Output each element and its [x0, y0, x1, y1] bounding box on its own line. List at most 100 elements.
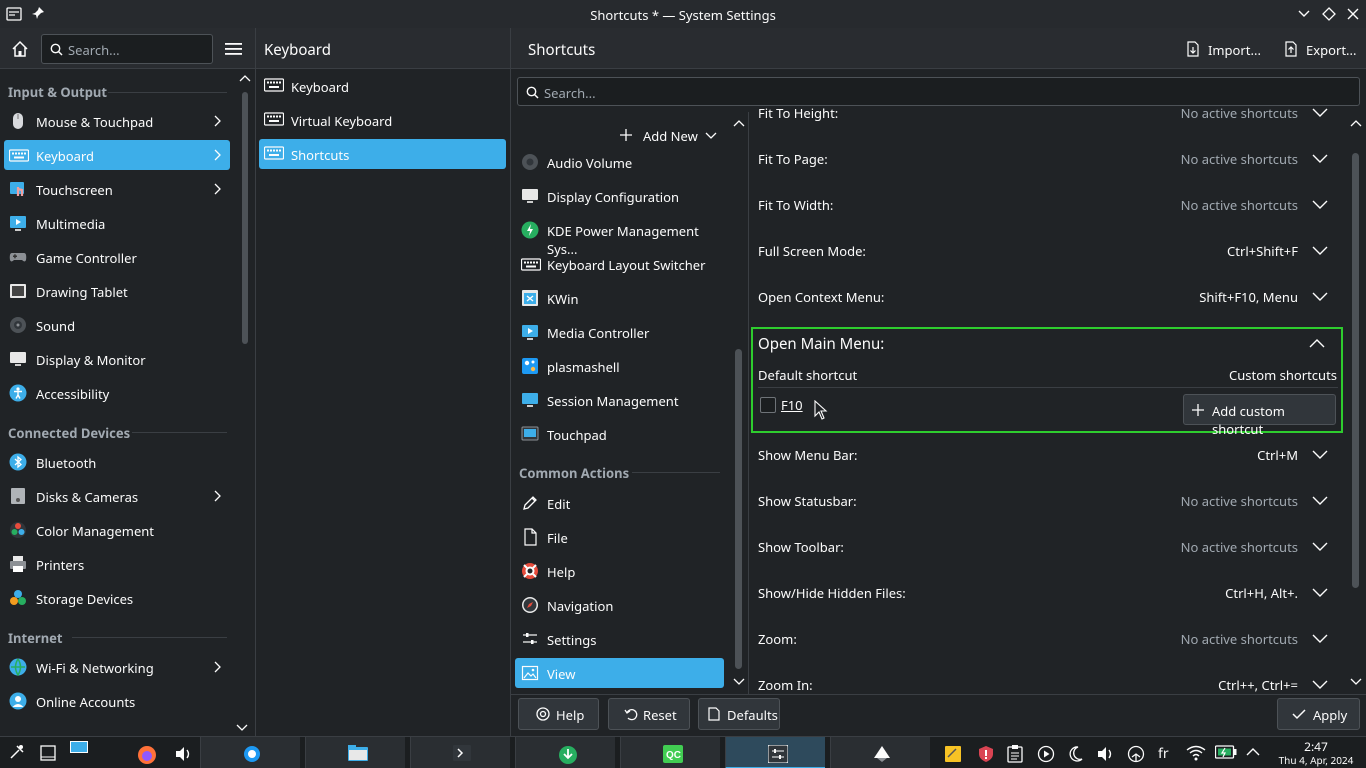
- shortcut-row-show-menu-bar[interactable]: Show Menu Bar: Ctrl+M: [752, 432, 1342, 478]
- components-scroll-down-icon[interactable]: [733, 678, 745, 686]
- media-player-tray-icon[interactable]: [1037, 745, 1055, 763]
- night-color-tray-icon[interactable]: [1067, 745, 1083, 763]
- component-plasmashell[interactable]: plasmashell: [515, 351, 724, 381]
- shortcut-row-show-toolbar[interactable]: Show Toolbar: No active shortcuts: [752, 524, 1342, 570]
- volume-tray-icon[interactable]: [1096, 745, 1114, 763]
- component-touchpad[interactable]: Touchpad: [515, 419, 724, 449]
- sidebar-item-printers[interactable]: Printers: [4, 549, 230, 579]
- shortcut-row-fit-to-width[interactable]: Fit To Width: No active shortcuts: [752, 182, 1342, 228]
- sidebar-item-color-management[interactable]: Color Management: [4, 515, 230, 545]
- chevron-down-icon[interactable]: [1312, 292, 1328, 302]
- component-media-controller[interactable]: Media Controller: [515, 317, 724, 347]
- defaults-button[interactable]: Defaults: [698, 698, 780, 730]
- sidebar-item-keyboard[interactable]: Keyboard: [4, 140, 230, 170]
- hamburger-menu-icon[interactable]: [225, 42, 242, 56]
- shortcuts-scrollbar[interactable]: [1352, 153, 1359, 588]
- sidebar-item-wifi-networking[interactable]: Wi-Fi & Networking: [4, 652, 230, 682]
- task-system-settings[interactable]: [725, 737, 825, 768]
- sidebar-scrollbar[interactable]: [242, 92, 248, 344]
- common-action-file[interactable]: File: [515, 522, 724, 552]
- chevron-down-icon[interactable]: [1312, 450, 1328, 460]
- sidebar-scroll-up-icon[interactable]: [239, 74, 251, 82]
- shortcut-row-open-main-menu[interactable]: Open Main Menu: Default shortcut Custom …: [751, 327, 1343, 438]
- chevron-down-icon[interactable]: [1312, 634, 1328, 644]
- audio-mixer-icon[interactable]: [174, 745, 192, 763]
- keyboard-layout-indicator[interactable]: fr: [1158, 744, 1169, 763]
- keyboard-panel-item-shortcuts[interactable]: Shortcuts: [259, 139, 506, 169]
- maximize-icon[interactable]: [1322, 7, 1336, 21]
- sidebar-item-mouse-touchpad[interactable]: Mouse & Touchpad: [4, 106, 230, 136]
- firefox-icon[interactable]: [137, 745, 157, 765]
- common-action-view[interactable]: View: [515, 658, 724, 688]
- keyboard-panel-item-keyboard[interactable]: Keyboard: [259, 71, 506, 101]
- shortcut-row-fit-to-page[interactable]: Fit To Page: No active shortcuts: [752, 136, 1342, 182]
- task-chat[interactable]: [200, 737, 300, 768]
- sidebar-item-accessibility[interactable]: Accessibility: [4, 378, 230, 408]
- window-titlebar[interactable]: Shortcuts * — System Settings: [0, 0, 1366, 28]
- shortcuts-scroll-up-icon[interactable]: [1350, 119, 1362, 127]
- show-desktop-icon[interactable]: [40, 745, 56, 761]
- sidebar-item-drawing-tablet[interactable]: Drawing Tablet: [4, 276, 230, 306]
- add-new-button[interactable]: Add New: [619, 126, 729, 146]
- sidebar-item-game-controller[interactable]: Game Controller: [4, 242, 230, 272]
- add-custom-shortcut-button[interactable]: Add custom shortcut: [1183, 394, 1336, 438]
- battery-tray-icon[interactable]: [1215, 745, 1237, 759]
- common-action-edit[interactable]: Edit: [515, 488, 724, 518]
- sidebar-item-storage-devices[interactable]: Storage Devices: [4, 583, 230, 613]
- minimize-icon[interactable]: [1297, 7, 1311, 21]
- chevron-down-icon[interactable]: [1312, 154, 1328, 164]
- task-qt-creator[interactable]: QC: [620, 737, 720, 768]
- common-action-help[interactable]: Help: [515, 556, 724, 586]
- sidebar-item-touchscreen[interactable]: Touchscreen: [4, 174, 230, 204]
- notes-tray-icon[interactable]: [944, 745, 962, 763]
- chevron-down-icon[interactable]: [1312, 496, 1328, 506]
- export-button[interactable]: Export...: [1283, 41, 1363, 59]
- sidebar-item-sound[interactable]: Sound: [4, 310, 230, 340]
- apply-button[interactable]: Apply: [1277, 698, 1360, 730]
- shortcut-row-full-screen-mode[interactable]: Full Screen Mode: Ctrl+Shift+F: [752, 228, 1342, 274]
- sidebar-item-display-monitor[interactable]: Display & Monitor: [4, 344, 230, 374]
- sidebar-search-input[interactable]: Search...: [41, 34, 213, 64]
- component-kwin[interactable]: KWin: [515, 283, 724, 313]
- component-kde-power-management[interactable]: KDE Power Management Sys...: [515, 215, 724, 258]
- sidebar-item-disks-cameras[interactable]: Disks & Cameras: [4, 481, 230, 511]
- task-inkscape[interactable]: [830, 737, 930, 768]
- component-display-configuration[interactable]: Display Configuration: [515, 181, 724, 211]
- home-icon[interactable]: [11, 40, 29, 58]
- component-audio-volume[interactable]: Audio Volume: [515, 147, 724, 177]
- sidebar-scroll-down-icon[interactable]: [236, 724, 248, 732]
- shortcut-row-show-hide-hidden-files[interactable]: Show/Hide Hidden Files: Ctrl+H, Alt+.: [752, 570, 1342, 616]
- sidebar-item-online-accounts[interactable]: Online Accounts: [4, 686, 230, 716]
- shortcut-row-show-statusbar[interactable]: Show Statusbar: No active shortcuts: [752, 478, 1342, 524]
- reset-button[interactable]: Reset: [608, 698, 690, 730]
- shortcut-row-zoom-in[interactable]: Zoom In: Ctrl++, Ctrl+=: [752, 662, 1342, 694]
- components-scroll-up-icon[interactable]: [733, 119, 745, 127]
- component-keyboard-layout-switcher[interactable]: Keyboard Layout Switcher: [515, 249, 724, 279]
- chevron-down-icon[interactable]: [1312, 680, 1328, 690]
- shortcut-row-zoom[interactable]: Zoom: No active shortcuts: [752, 616, 1342, 662]
- pager-icon[interactable]: [70, 741, 88, 753]
- keyboard-panel-item-virtual-keyboard[interactable]: Virtual Keyboard: [259, 105, 506, 135]
- import-button[interactable]: Import...: [1185, 41, 1265, 59]
- chevron-down-icon[interactable]: [1312, 246, 1328, 256]
- common-action-settings[interactable]: Settings: [515, 624, 724, 654]
- task-file-manager[interactable]: [305, 737, 405, 768]
- application-launcher-icon[interactable]: [9, 744, 25, 760]
- chevron-down-icon[interactable]: [1312, 200, 1328, 210]
- digital-clock[interactable]: 2:47 Thu 4, Apr, 2024: [1270, 740, 1362, 768]
- clipboard-tray-icon[interactable]: [1007, 745, 1023, 763]
- shortcut-row-fit-to-height[interactable]: Fit To Height: No active shortcuts: [752, 107, 1342, 136]
- chevron-up-icon[interactable]: [1309, 338, 1325, 348]
- sidebar-item-bluetooth[interactable]: Bluetooth: [4, 447, 230, 477]
- chevron-down-icon[interactable]: [1312, 542, 1328, 552]
- wifi-tray-icon[interactable]: [1186, 745, 1206, 761]
- network-monitor-tray-icon[interactable]: [1127, 745, 1145, 763]
- components-scrollbar[interactable]: [735, 349, 742, 669]
- task-terminal[interactable]: [410, 737, 510, 768]
- sidebar-item-multimedia[interactable]: Multimedia: [4, 208, 230, 238]
- shortcuts-scroll-down-icon[interactable]: [1350, 678, 1362, 686]
- security-tray-icon[interactable]: [977, 745, 995, 763]
- common-action-navigation[interactable]: Navigation: [515, 590, 724, 620]
- chevron-down-icon[interactable]: [1312, 108, 1328, 118]
- shortcut-row-open-context-menu[interactable]: Open Context Menu: Shift+F10, Menu: [752, 274, 1342, 320]
